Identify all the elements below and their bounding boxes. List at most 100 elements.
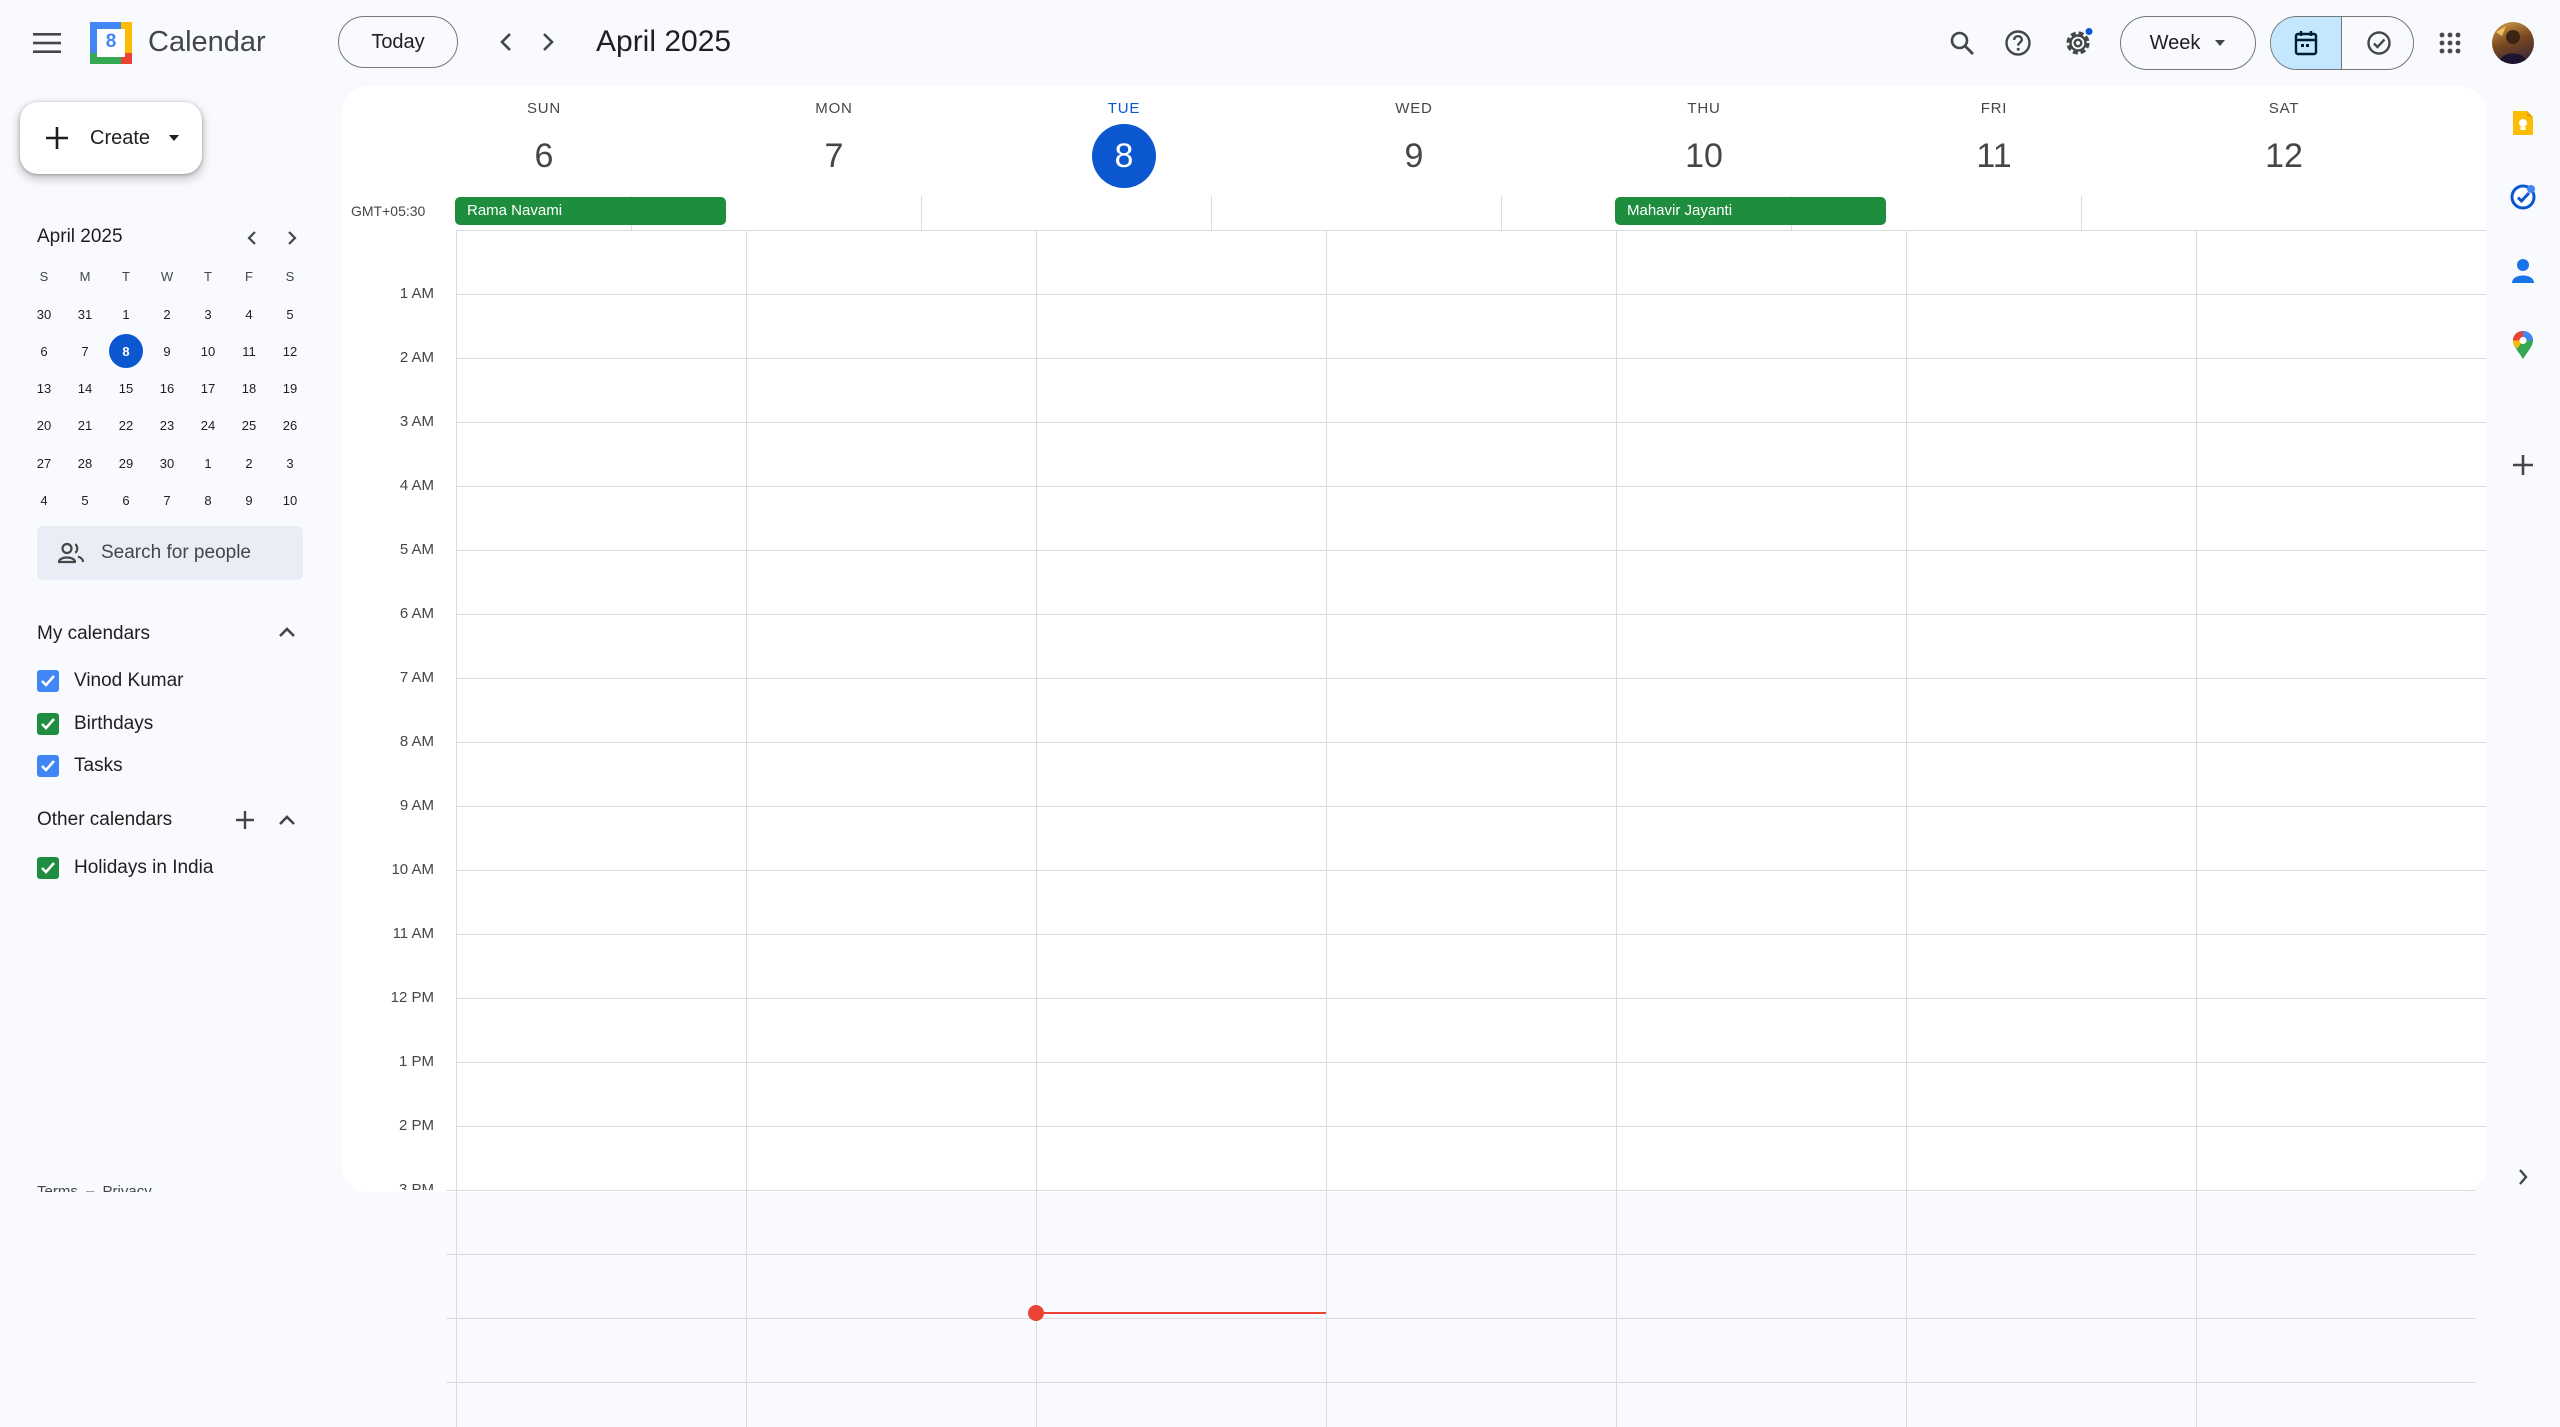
mini-calendar-day[interactable]: 6 bbox=[109, 484, 143, 518]
create-button[interactable]: Create bbox=[20, 102, 202, 174]
tasks-view-button[interactable] bbox=[2343, 17, 2413, 69]
mini-calendar-day[interactable]: 2 bbox=[150, 297, 184, 331]
today-button[interactable]: Today bbox=[338, 16, 458, 68]
calendar-list-item[interactable]: Holidays in India bbox=[0, 850, 320, 886]
calendar-checkbox[interactable] bbox=[37, 755, 59, 777]
previous-week-button[interactable] bbox=[484, 20, 528, 64]
day-number[interactable]: 9 bbox=[1382, 124, 1446, 188]
mini-calendar-day[interactable]: 24 bbox=[191, 409, 225, 443]
day-number[interactable]: 6 bbox=[512, 124, 576, 188]
search-people-input[interactable]: Search for people bbox=[37, 526, 303, 580]
get-addons-button[interactable] bbox=[2508, 450, 2538, 480]
view-switcher-button[interactable]: Week bbox=[2120, 16, 2256, 70]
day-header[interactable] bbox=[1354, 0, 1474, 1]
mini-calendar-day[interactable]: 28 bbox=[68, 446, 102, 480]
mini-calendar-day[interactable]: 6 bbox=[27, 334, 61, 368]
calendar-view-button[interactable] bbox=[2271, 17, 2342, 69]
mini-calendar-day[interactable]: 20 bbox=[27, 409, 61, 443]
calendar-list-item[interactable]: Tasks bbox=[0, 748, 320, 784]
mini-calendar-day[interactable]: 30 bbox=[27, 297, 61, 331]
mini-calendar-day[interactable]: 10 bbox=[191, 334, 225, 368]
mini-calendar-day[interactable]: 12 bbox=[273, 334, 307, 368]
chevron-left-icon bbox=[500, 33, 511, 51]
day-number[interactable]: 7 bbox=[802, 124, 866, 188]
mini-calendar-day[interactable]: 14 bbox=[68, 372, 102, 406]
help-button[interactable] bbox=[1994, 19, 2042, 67]
mini-calendar-day[interactable]: 13 bbox=[27, 372, 61, 406]
terms-link[interactable]: Terms bbox=[37, 1183, 78, 1192]
mini-calendar-day[interactable]: 15 bbox=[109, 372, 143, 406]
mini-calendar-day[interactable]: 3 bbox=[273, 446, 307, 480]
mini-calendar-day[interactable]: 18 bbox=[232, 372, 266, 406]
mini-calendar-prev-button[interactable] bbox=[236, 222, 268, 254]
mini-calendar-day[interactable]: 2 bbox=[232, 446, 266, 480]
mini-calendar-next-button[interactable] bbox=[276, 222, 308, 254]
calendar-checkbox[interactable] bbox=[37, 712, 59, 735]
mini-calendar-day[interactable]: 19 bbox=[273, 372, 307, 406]
allday-divider bbox=[1211, 196, 1212, 230]
keep-button[interactable] bbox=[2508, 108, 2538, 138]
mini-calendar-day[interactable]: 8 bbox=[191, 484, 225, 518]
calendar-checkbox[interactable] bbox=[37, 670, 59, 692]
mini-calendar-day[interactable]: 7 bbox=[150, 484, 184, 518]
show-side-panel-button[interactable] bbox=[2508, 1162, 2538, 1192]
mini-calendar-day[interactable]: 3 bbox=[191, 297, 225, 331]
all-day-event[interactable]: Mahavir Jayanti bbox=[1615, 197, 1886, 225]
mini-calendar-day[interactable]: 9 bbox=[150, 334, 184, 368]
contacts-icon bbox=[2512, 259, 2534, 283]
contacts-button[interactable] bbox=[2508, 256, 2538, 286]
avatar[interactable] bbox=[2492, 22, 2534, 64]
chevron-up-icon[interactable] bbox=[278, 814, 296, 826]
mini-calendar-day[interactable]: 21 bbox=[68, 409, 102, 443]
mini-calendar-day[interactable]: 26 bbox=[273, 409, 307, 443]
mini-calendar-day[interactable]: 8 bbox=[109, 334, 143, 369]
mini-calendar-day[interactable]: 25 bbox=[232, 409, 266, 443]
day-header[interactable] bbox=[1934, 0, 2054, 1]
day-number[interactable]: 11 bbox=[1962, 124, 2026, 188]
settings-button[interactable] bbox=[2054, 19, 2102, 67]
day-header[interactable] bbox=[2224, 0, 2344, 1]
apps-grid-icon bbox=[2439, 32, 2461, 54]
mini-calendar-day[interactable]: 1 bbox=[191, 446, 225, 480]
main-menu-button[interactable] bbox=[22, 18, 72, 68]
day-header[interactable] bbox=[1064, 0, 1184, 1]
calendar-logo-icon[interactable]: 8 bbox=[90, 22, 132, 64]
mini-calendar-day[interactable]: 31 bbox=[68, 297, 102, 331]
privacy-link[interactable]: Privacy bbox=[103, 1183, 152, 1192]
apps-grid-button[interactable] bbox=[2426, 19, 2474, 67]
calendar-list-item[interactable]: Vinod Kumar bbox=[0, 663, 320, 699]
search-button[interactable] bbox=[1938, 19, 1986, 67]
mini-calendar-day[interactable]: 5 bbox=[273, 297, 307, 331]
day-number[interactable]: 10 bbox=[1672, 124, 1736, 188]
mini-calendar-day[interactable]: 9 bbox=[232, 484, 266, 518]
day-number[interactable]: 12 bbox=[2252, 124, 2316, 188]
mini-calendar-day[interactable]: 5 bbox=[68, 484, 102, 518]
mini-calendar-day[interactable]: 27 bbox=[27, 446, 61, 480]
mini-calendar-day[interactable]: 30 bbox=[150, 446, 184, 480]
mini-calendar-day[interactable]: 11 bbox=[232, 334, 266, 368]
chevron-up-icon[interactable] bbox=[278, 626, 296, 638]
day-number[interactable]: 8 bbox=[1092, 124, 1156, 188]
maps-button[interactable] bbox=[2508, 330, 2538, 360]
other-calendars-header[interactable]: Other calendars bbox=[0, 800, 320, 840]
tasks-app-button[interactable] bbox=[2508, 182, 2538, 212]
calendar-list-item[interactable]: Birthdays bbox=[0, 706, 320, 742]
add-icon[interactable] bbox=[234, 809, 256, 831]
day-header[interactable] bbox=[774, 0, 894, 1]
mini-calendar-day[interactable]: 10 bbox=[273, 484, 307, 518]
day-header[interactable] bbox=[484, 0, 604, 1]
mini-calendar-day[interactable]: 22 bbox=[109, 409, 143, 443]
mini-calendar-day[interactable]: 29 bbox=[109, 446, 143, 480]
mini-calendar-day[interactable]: 23 bbox=[150, 409, 184, 443]
mini-calendar-day[interactable]: 16 bbox=[150, 372, 184, 406]
calendar-checkbox[interactable] bbox=[37, 857, 59, 879]
mini-calendar-day[interactable]: 17 bbox=[191, 372, 225, 406]
all-day-event[interactable]: Rama Navami bbox=[455, 197, 726, 225]
mini-calendar-day[interactable]: 7 bbox=[68, 334, 102, 368]
my-calendars-header[interactable]: My calendars bbox=[0, 614, 320, 654]
mini-calendar-day[interactable]: 4 bbox=[232, 297, 266, 331]
day-header[interactable] bbox=[1644, 0, 1764, 1]
mini-calendar-day[interactable]: 1 bbox=[109, 297, 143, 331]
next-week-button[interactable] bbox=[526, 20, 570, 64]
mini-calendar-day[interactable]: 4 bbox=[27, 484, 61, 518]
